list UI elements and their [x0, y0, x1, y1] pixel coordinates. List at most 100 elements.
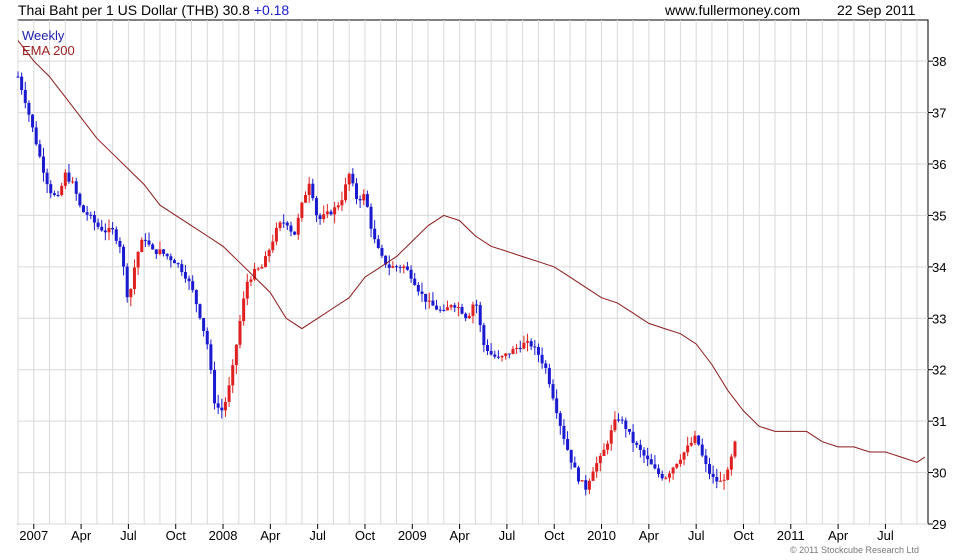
price-bar-body — [562, 425, 566, 439]
y-axis: 29 30 31 32 33 34 35 36 37 38 — [928, 54, 946, 532]
price-bar-body — [678, 459, 682, 464]
price-bar-body — [380, 247, 384, 256]
price-bar-body — [536, 347, 540, 355]
price-bar-body — [369, 206, 373, 229]
price-bar-body — [85, 212, 89, 215]
x-tick-label: Oct — [544, 528, 565, 543]
price-bar-body — [67, 172, 71, 182]
price-bar-body — [140, 239, 144, 253]
y-tick-label: 38 — [932, 54, 946, 69]
price-bar-body — [282, 222, 286, 224]
price-bar-body — [45, 172, 49, 185]
price-bar-body — [700, 444, 704, 456]
price-bar-body — [460, 307, 464, 314]
price-bar-body — [431, 300, 435, 306]
price-bar-body — [569, 449, 573, 463]
price-bar-body — [686, 445, 690, 453]
price-bar-body — [362, 194, 366, 201]
price-bar-body — [402, 266, 406, 269]
price-bar-body — [664, 477, 668, 479]
legend-weekly: Weekly — [22, 28, 65, 43]
price-bar-body — [478, 305, 482, 326]
price-bar-body — [726, 469, 730, 480]
price-bar-body — [507, 353, 511, 355]
site-link[interactable]: www.fullermoney.com — [665, 0, 800, 20]
price-bar-body — [256, 268, 260, 270]
price-bar-body — [467, 315, 471, 319]
price-bar-body — [613, 419, 617, 431]
price-bar-body — [438, 309, 442, 311]
legend: Weekly EMA 200 — [22, 28, 75, 58]
price-bar-body — [518, 347, 522, 349]
price-bar-body — [49, 184, 53, 194]
y-tick-label: 34 — [932, 260, 946, 275]
price-bar-body — [16, 76, 20, 78]
x-tick-label: Apr — [828, 528, 849, 543]
price-bar-body — [231, 365, 235, 386]
price-bar-body — [405, 266, 409, 270]
x-tick-label: Oct — [166, 528, 187, 543]
price-bar-body — [413, 278, 417, 285]
price-bar-body — [500, 356, 504, 358]
price-bar-body — [464, 313, 468, 319]
price-bar-body — [238, 321, 242, 345]
price-bar-body — [31, 114, 35, 128]
price-bar-body — [715, 476, 719, 482]
chart-date: 22 Sep 2011 — [837, 2, 916, 18]
price-bar-body — [136, 252, 140, 268]
price-bar-body — [227, 385, 231, 402]
price-bar-body — [245, 281, 249, 299]
x-tick-label: Apr — [639, 528, 660, 543]
price-bar-body — [427, 300, 431, 302]
price-bar-body — [624, 420, 628, 430]
price-bar-body — [311, 183, 315, 199]
price-bar-body — [653, 464, 657, 469]
price-bar-body — [198, 304, 202, 319]
price-bar-body — [358, 199, 362, 201]
price-bar-body — [154, 249, 158, 255]
price-bar-body — [314, 198, 318, 216]
price-bar-body — [704, 455, 708, 465]
grid — [17, 20, 928, 525]
price-bar-body — [89, 214, 93, 216]
price-bar-body — [92, 214, 96, 223]
price-bar-body — [435, 305, 439, 310]
price-bar-body — [598, 455, 602, 464]
price-bar-body — [169, 256, 173, 261]
chart-title: Thai Baht per 1 US Dollar (THB) 30.8 +0.… — [18, 0, 289, 20]
price-bar-body — [442, 309, 446, 311]
price-bar-body — [602, 449, 606, 456]
price-bar-body — [387, 264, 391, 268]
price-chart: 2007 Apr Jul Oct 2008 Apr Jul Oct 2009 Apr Jul Oct 2… — [16, 19, 946, 543]
price-bar-body — [304, 194, 308, 203]
price-bar-body — [449, 305, 453, 308]
price-bar-body — [496, 356, 500, 358]
price-bar-body — [566, 438, 570, 450]
price-bar-body — [547, 367, 551, 385]
price-bar-body — [558, 413, 562, 426]
price-bar-body — [365, 194, 369, 207]
price-bar-body — [56, 194, 60, 196]
price-bar-body — [445, 307, 449, 311]
price-bar-body — [82, 205, 86, 213]
price-bar-body — [591, 471, 595, 481]
price-bar-body — [573, 462, 577, 468]
price-bar-body — [307, 183, 311, 195]
price-bar-body — [587, 480, 591, 490]
price-bar-body — [722, 479, 726, 481]
price-bar-body — [354, 183, 358, 200]
x-axis: 2007 Apr Jul Oct 2008 Apr Jul Oct 2009 Apr Jul Oct 2… — [19, 524, 894, 543]
price-bar-body — [223, 401, 227, 411]
price-bar-body — [52, 193, 56, 195]
price-bar-body — [351, 173, 355, 184]
price-bar-body — [103, 230, 107, 233]
price-bar-body — [147, 240, 151, 245]
price-bar-body — [118, 240, 122, 247]
x-tick-label: Apr — [449, 528, 470, 543]
price-bar-body — [336, 205, 340, 208]
price-bar-body — [213, 369, 217, 404]
x-tick-label: Apr — [71, 528, 92, 543]
price-bar-body — [296, 217, 300, 235]
price-bar-body — [202, 318, 206, 331]
price-bar-body — [191, 281, 195, 291]
